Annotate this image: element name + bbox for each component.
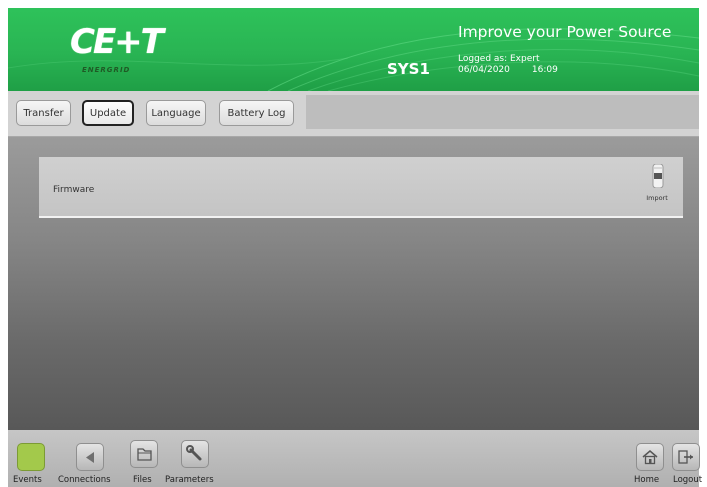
- firmware-label: Firmware: [53, 185, 95, 195]
- wrench-glyph: [186, 445, 202, 461]
- main-content: Firmware Import: [8, 137, 699, 430]
- language-button[interactable]: Language: [146, 100, 206, 126]
- home-label[interactable]: Home: [634, 475, 659, 485]
- import-button[interactable]: Import: [643, 164, 671, 204]
- update-button[interactable]: Update: [82, 100, 134, 126]
- logout-glyph: [678, 450, 693, 464]
- files-label[interactable]: Files: [133, 475, 152, 485]
- import-label: Import: [646, 194, 668, 202]
- home-icon[interactable]: [636, 443, 664, 471]
- events-icon[interactable]: [17, 443, 45, 471]
- toolbar: Transfer Update Language Battery Log: [8, 91, 699, 137]
- tagline: Improve your Power Source: [458, 23, 672, 41]
- firmware-row: Firmware Import: [39, 157, 683, 218]
- folder-glyph: [137, 448, 152, 461]
- events-label[interactable]: Events: [13, 475, 42, 485]
- battery-log-button[interactable]: Battery Log: [219, 100, 294, 126]
- company-logo: CE+T ENERGRID: [66, 22, 164, 78]
- transfer-button[interactable]: Transfer: [16, 100, 71, 126]
- logo-brand: CE+T: [70, 22, 164, 62]
- system-name: SYS1: [387, 60, 430, 78]
- files-icon[interactable]: [130, 440, 158, 468]
- parameters-label[interactable]: Parameters: [165, 475, 214, 485]
- current-time: 16:09: [531, 65, 558, 75]
- footer-nav: Events Connections Files Parameters Home: [8, 430, 702, 487]
- header-banner: CE+T ENERGRID SYS1 Improve your Power So…: [8, 8, 699, 91]
- logged-as-text: Logged as: Expert: [458, 54, 540, 64]
- connections-icon[interactable]: [76, 443, 104, 471]
- connections-glyph: [86, 452, 94, 463]
- logout-icon[interactable]: [672, 443, 700, 471]
- date-time: 06/04/2020 16:09: [458, 65, 558, 76]
- home-glyph: [642, 450, 658, 465]
- logo-subtitle: ENERGRID: [82, 66, 131, 74]
- current-date: 06/04/2020: [458, 65, 510, 75]
- toolbar-empty-region: [306, 95, 699, 129]
- wrench-icon[interactable]: [181, 440, 209, 468]
- connections-label[interactable]: Connections: [58, 475, 111, 485]
- logout-label[interactable]: Logout: [673, 475, 702, 485]
- import-icon: [652, 164, 664, 188]
